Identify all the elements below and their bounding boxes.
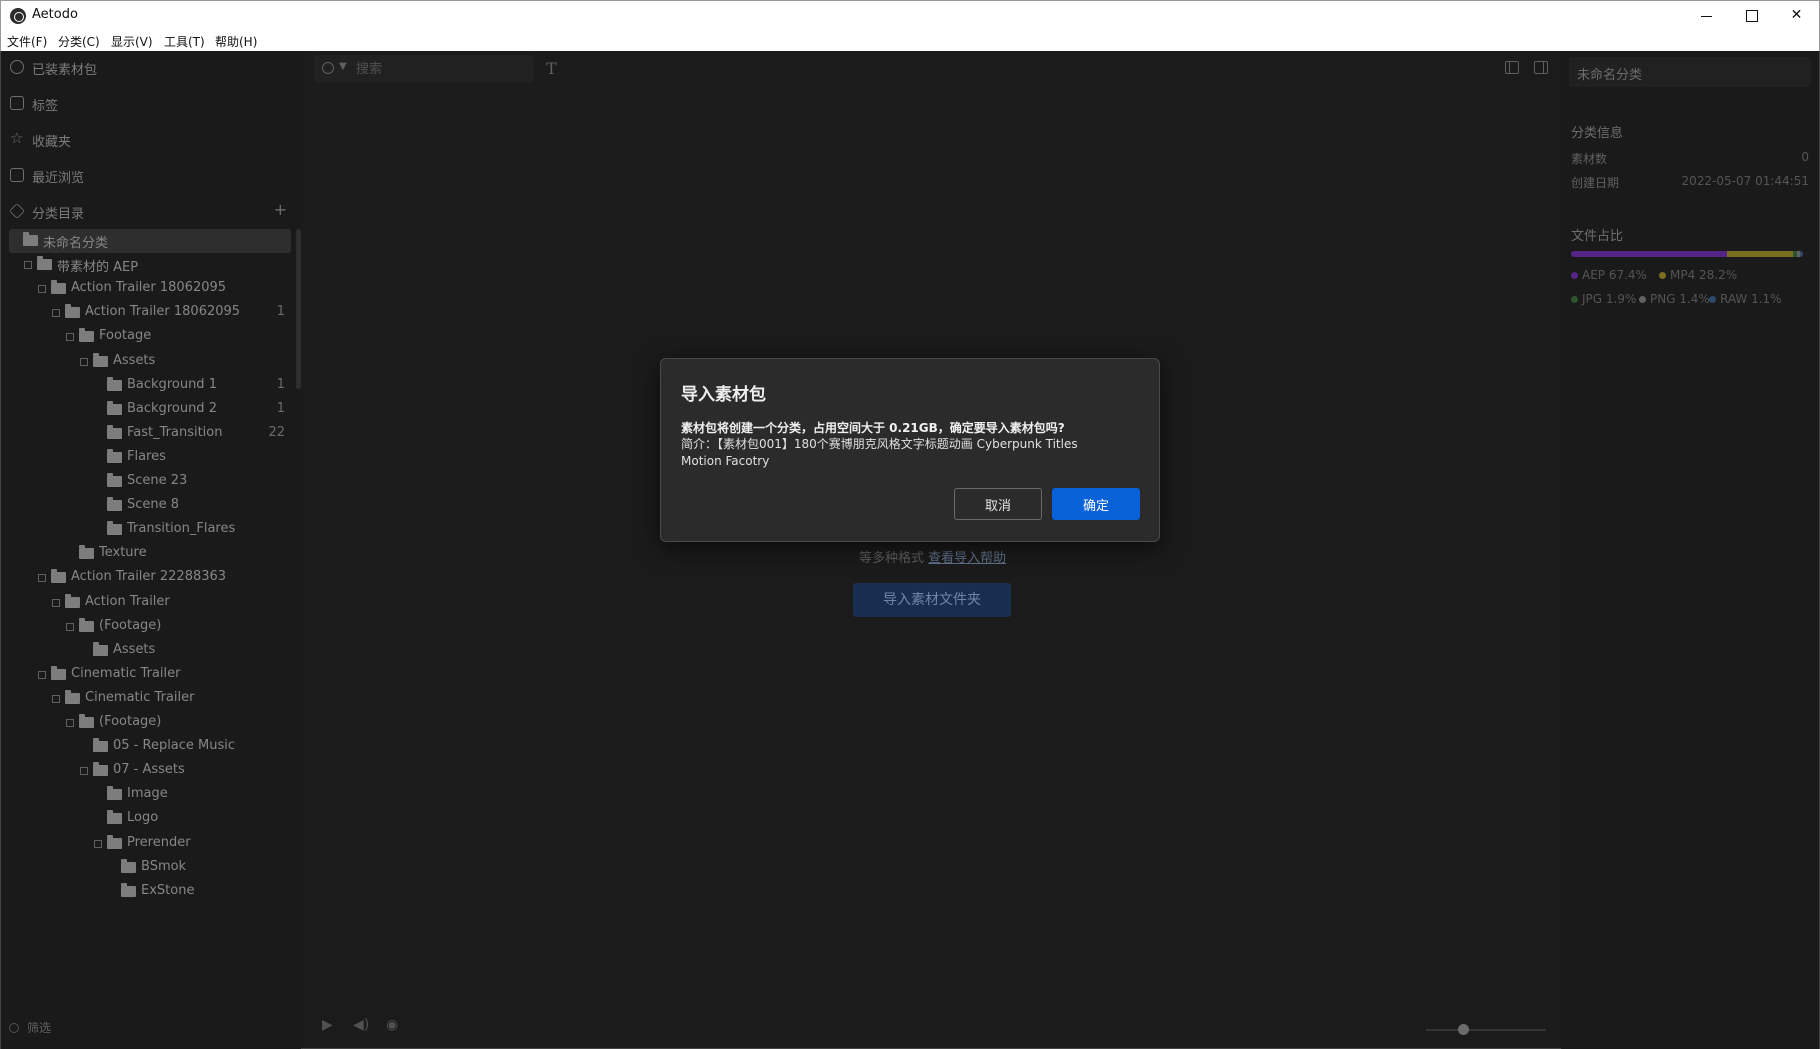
- dialog-message: 素材包将创建一个分类，占用空间大于 0.21GB，确定要导入素材包吗?: [681, 421, 1065, 435]
- close-button[interactable]: ✕: [1774, 1, 1819, 31]
- app-logo-icon: [10, 8, 26, 24]
- modal-overlay: [0, 51, 1820, 1049]
- menu-tools[interactable]: 工具(T): [164, 33, 205, 50]
- window-title: Aetodo: [32, 7, 78, 22]
- cancel-button[interactable]: 取消: [954, 488, 1042, 520]
- maximize-button[interactable]: [1729, 1, 1774, 31]
- dialog-description: 简介：【素材包001】180个赛博朋克风格文字标题动画 Cyberpunk Ti…: [681, 437, 1078, 468]
- menu-help[interactable]: 帮助(H): [215, 33, 257, 50]
- dialog-title: 导入素材包: [681, 385, 766, 405]
- title-bar: Aetodo ✕: [0, 0, 1820, 30]
- menu-bar: 文件(F) 分类(C) 显示(V) 工具(T) 帮助(H): [0, 30, 1820, 51]
- minimize-button[interactable]: [1684, 1, 1729, 31]
- menu-file[interactable]: 文件(F): [7, 33, 47, 50]
- menu-view[interactable]: 显示(V): [111, 33, 153, 50]
- confirm-button[interactable]: 确定: [1052, 488, 1140, 520]
- menu-category[interactable]: 分类(C): [58, 33, 100, 50]
- import-package-dialog: 导入素材包 素材包将创建一个分类，占用空间大于 0.21GB，确定要导入素材包吗…: [660, 358, 1160, 542]
